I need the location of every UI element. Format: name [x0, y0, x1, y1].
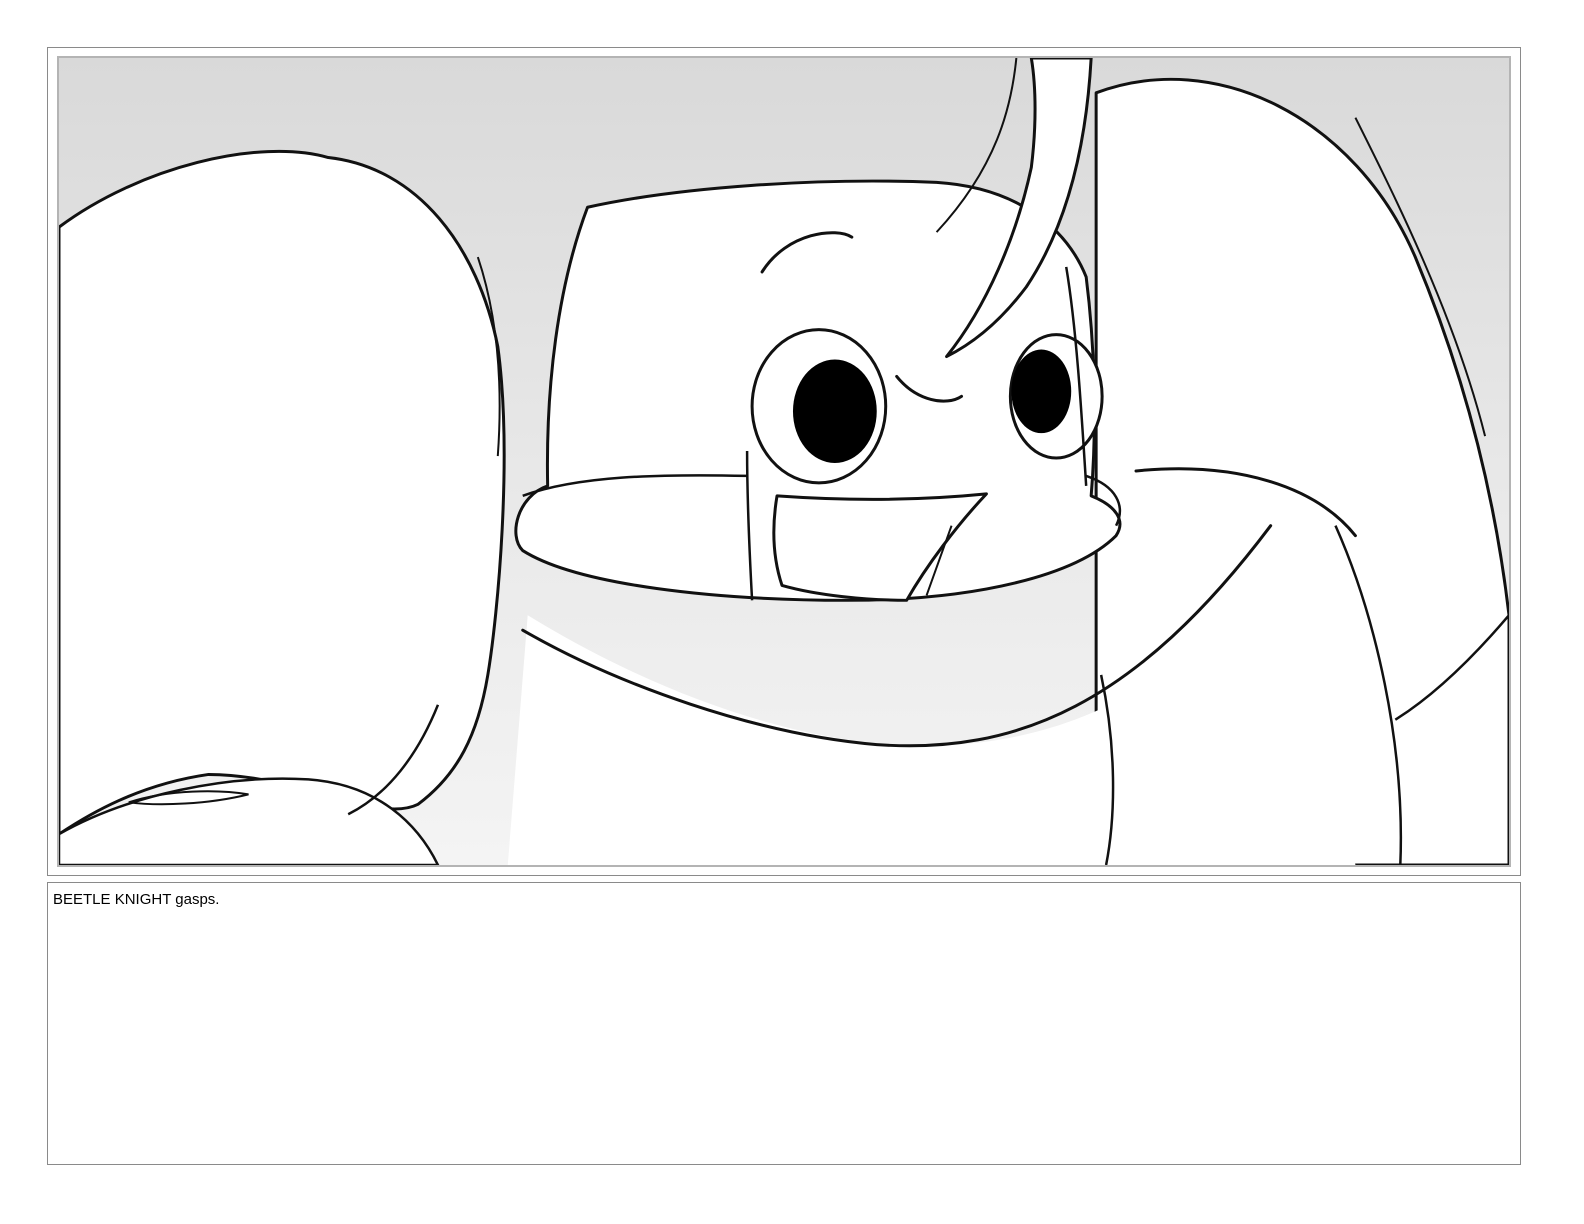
caption-text: BEETLE KNIGHT gasps.: [53, 891, 220, 908]
storyboard-panel-frame: [47, 47, 1521, 876]
beetle-knight-sketch: [59, 58, 1509, 865]
storyboard-caption-box: BEETLE KNIGHT gasps.: [47, 882, 1521, 1165]
left-fist-shape: [59, 149, 506, 836]
right-eye-pupil: [1011, 349, 1072, 434]
storyboard-panel-image: [57, 56, 1511, 867]
left-eye-pupil: [792, 359, 877, 463]
